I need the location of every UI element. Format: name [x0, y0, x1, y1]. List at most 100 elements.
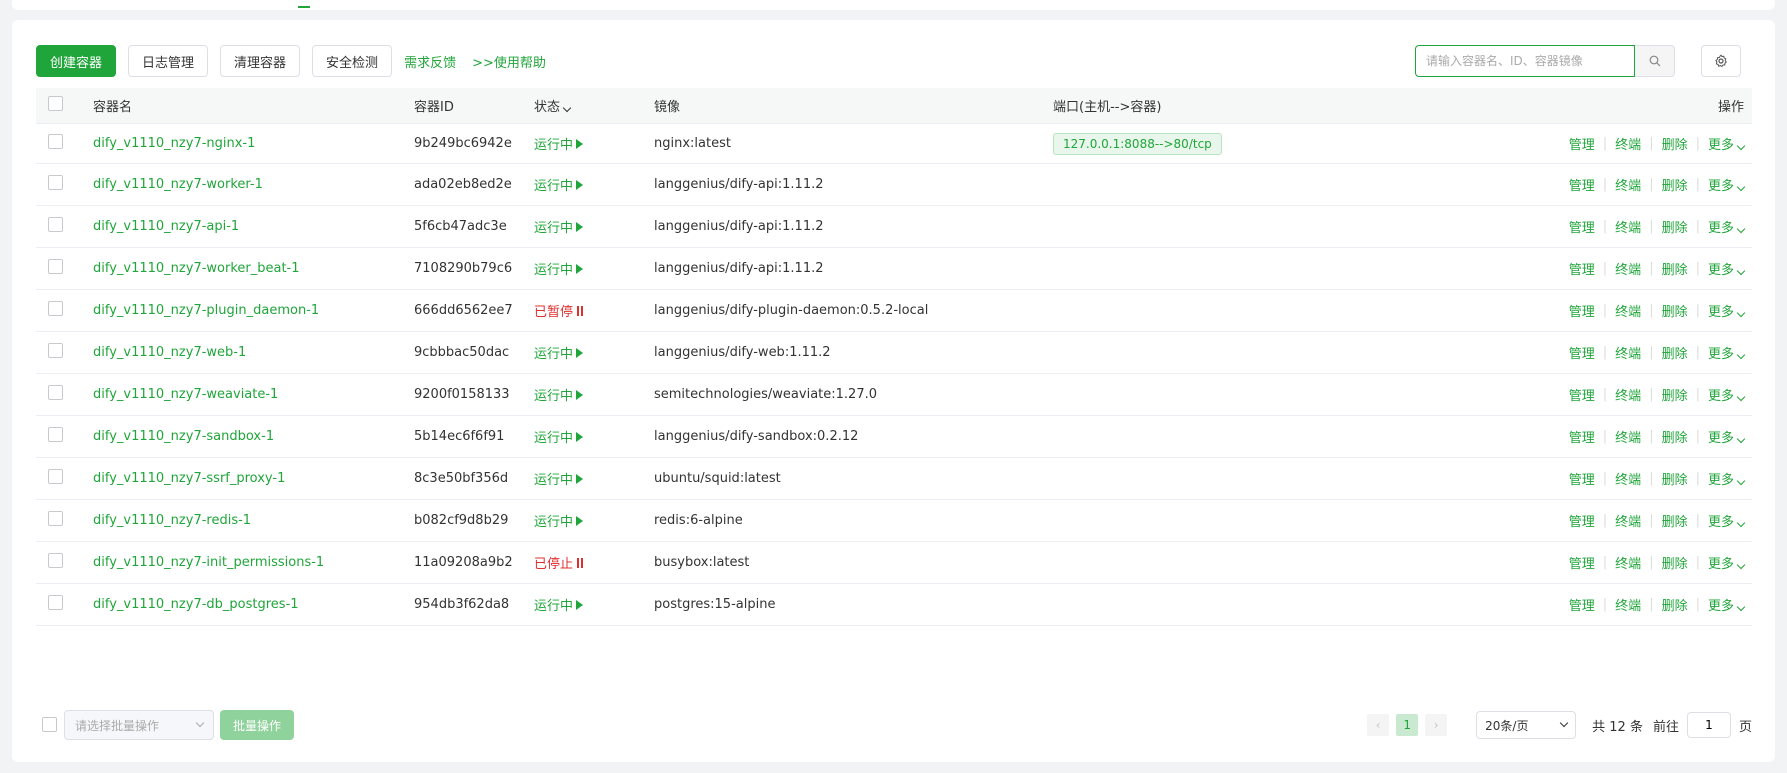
terminal-link[interactable]: 终端	[1615, 134, 1641, 153]
container-name-link[interactable]: dify_v1110_nzy7-init_permissions-1	[93, 555, 324, 570]
delete-link[interactable]: 删除	[1662, 553, 1688, 572]
log-management-button[interactable]: 日志管理	[128, 45, 209, 77]
delete-link[interactable]: 删除	[1662, 259, 1688, 278]
prev-page-button[interactable]: ‹	[1367, 714, 1390, 736]
container-name-link[interactable]: dify_v1110_nzy7-worker-1	[93, 177, 263, 192]
select-all-checkbox[interactable]	[48, 96, 63, 111]
terminal-link[interactable]: 终端	[1615, 511, 1641, 530]
manage-link[interactable]: 管理	[1569, 553, 1595, 572]
goto-page-input[interactable]	[1686, 712, 1731, 738]
more-dropdown[interactable]: 更多	[1708, 301, 1746, 320]
container-name-link[interactable]: dify_v1110_nzy7-api-1	[93, 219, 239, 234]
page-number-current[interactable]: 1	[1396, 714, 1419, 736]
container-name-link[interactable]: dify_v1110_nzy7-web-1	[93, 345, 246, 360]
delete-link[interactable]: 删除	[1662, 511, 1688, 530]
manage-link[interactable]: 管理	[1569, 134, 1595, 153]
manage-link[interactable]: 管理	[1569, 343, 1595, 362]
footer-select-all-checkbox[interactable]	[42, 717, 57, 732]
status-toggle[interactable]: 已停止	[534, 553, 585, 572]
batch-operation-select[interactable]: 请选择批量操作	[64, 710, 214, 740]
terminal-link[interactable]: 终端	[1615, 427, 1641, 446]
terminal-link[interactable]: 终端	[1615, 301, 1641, 320]
page-size-select[interactable]: 20条/页	[1476, 711, 1577, 739]
row-checkbox[interactable]	[48, 511, 63, 526]
status-toggle[interactable]: 运行中	[534, 259, 584, 278]
container-name-link[interactable]: dify_v1110_nzy7-worker_beat-1	[93, 261, 300, 276]
delete-link[interactable]: 删除	[1662, 385, 1688, 404]
container-name-link[interactable]: dify_v1110_nzy7-ssrf_proxy-1	[93, 471, 285, 486]
status-toggle[interactable]: 运行中	[534, 175, 584, 194]
manage-link[interactable]: 管理	[1569, 595, 1595, 614]
terminal-link[interactable]: 终端	[1615, 595, 1641, 614]
row-checkbox[interactable]	[48, 385, 63, 400]
delete-link[interactable]: 删除	[1662, 134, 1688, 153]
container-name-link[interactable]: dify_v1110_nzy7-db_postgres-1	[93, 597, 299, 612]
container-name-link[interactable]: dify_v1110_nzy7-redis-1	[93, 513, 251, 528]
settings-button[interactable]	[1701, 45, 1741, 77]
terminal-link[interactable]: 终端	[1615, 469, 1641, 488]
search-button[interactable]	[1635, 45, 1675, 77]
more-dropdown[interactable]: 更多	[1708, 553, 1746, 572]
terminal-link[interactable]: 终端	[1615, 259, 1641, 278]
container-name-link[interactable]: dify_v1110_nzy7-plugin_daemon-1	[93, 303, 319, 318]
status-toggle[interactable]: 运行中	[534, 343, 584, 362]
row-checkbox[interactable]	[48, 427, 63, 442]
delete-link[interactable]: 删除	[1662, 175, 1688, 194]
more-dropdown[interactable]: 更多	[1708, 217, 1746, 236]
delete-link[interactable]: 删除	[1662, 469, 1688, 488]
feedback-link[interactable]: 需求反馈	[404, 52, 456, 71]
delete-link[interactable]: 删除	[1662, 427, 1688, 446]
delete-link[interactable]: 删除	[1662, 217, 1688, 236]
manage-link[interactable]: 管理	[1569, 301, 1595, 320]
row-checkbox[interactable]	[48, 301, 63, 316]
security-check-button[interactable]: 安全检测	[312, 45, 393, 77]
create-container-button[interactable]: 创建容器	[36, 45, 117, 77]
more-dropdown[interactable]: 更多	[1708, 343, 1746, 362]
terminal-link[interactable]: 终端	[1615, 553, 1641, 572]
container-name-link[interactable]: dify_v1110_nzy7-sandbox-1	[93, 429, 274, 444]
status-toggle[interactable]: 运行中	[534, 511, 584, 530]
row-checkbox[interactable]	[48, 343, 63, 358]
next-page-button[interactable]: ›	[1425, 714, 1448, 736]
manage-link[interactable]: 管理	[1569, 511, 1595, 530]
terminal-link[interactable]: 终端	[1615, 385, 1641, 404]
row-checkbox[interactable]	[48, 175, 63, 190]
terminal-link[interactable]: 终端	[1615, 175, 1641, 194]
more-dropdown[interactable]: 更多	[1708, 259, 1746, 278]
manage-link[interactable]: 管理	[1569, 259, 1595, 278]
manage-link[interactable]: 管理	[1569, 469, 1595, 488]
more-dropdown[interactable]: 更多	[1708, 175, 1746, 194]
more-dropdown[interactable]: 更多	[1708, 595, 1746, 614]
status-toggle[interactable]: 运行中	[534, 385, 584, 404]
status-toggle[interactable]: 已暂停	[534, 301, 585, 320]
more-dropdown[interactable]: 更多	[1708, 427, 1746, 446]
status-toggle[interactable]: 运行中	[534, 217, 584, 236]
row-checkbox[interactable]	[48, 469, 63, 484]
manage-link[interactable]: 管理	[1569, 175, 1595, 194]
more-dropdown[interactable]: 更多	[1708, 385, 1746, 404]
terminal-link[interactable]: 终端	[1615, 343, 1641, 362]
more-dropdown[interactable]: 更多	[1708, 469, 1746, 488]
port-mapping-tag[interactable]: 127.0.0.1:8088-->80/tcp	[1053, 132, 1222, 155]
search-input[interactable]	[1415, 45, 1635, 77]
header-status[interactable]: 状态	[534, 96, 654, 115]
row-checkbox[interactable]	[48, 259, 63, 274]
manage-link[interactable]: 管理	[1569, 217, 1595, 236]
manage-link[interactable]: 管理	[1569, 427, 1595, 446]
row-checkbox[interactable]	[48, 553, 63, 568]
status-toggle[interactable]: 运行中	[534, 469, 584, 488]
status-toggle[interactable]: 运行中	[534, 427, 584, 446]
batch-operation-button[interactable]: 批量操作	[220, 710, 295, 740]
more-dropdown[interactable]: 更多	[1708, 134, 1746, 153]
manage-link[interactable]: 管理	[1569, 385, 1595, 404]
row-checkbox[interactable]	[48, 217, 63, 232]
help-link[interactable]: >>使用帮助	[472, 52, 546, 71]
container-name-link[interactable]: dify_v1110_nzy7-weaviate-1	[93, 387, 278, 402]
status-toggle[interactable]: 运行中	[534, 595, 584, 614]
row-checkbox[interactable]	[48, 595, 63, 610]
more-dropdown[interactable]: 更多	[1708, 511, 1746, 530]
clean-containers-button[interactable]: 清理容器	[220, 45, 301, 77]
status-toggle[interactable]: 运行中	[534, 134, 584, 153]
delete-link[interactable]: 删除	[1662, 595, 1688, 614]
delete-link[interactable]: 删除	[1662, 301, 1688, 320]
